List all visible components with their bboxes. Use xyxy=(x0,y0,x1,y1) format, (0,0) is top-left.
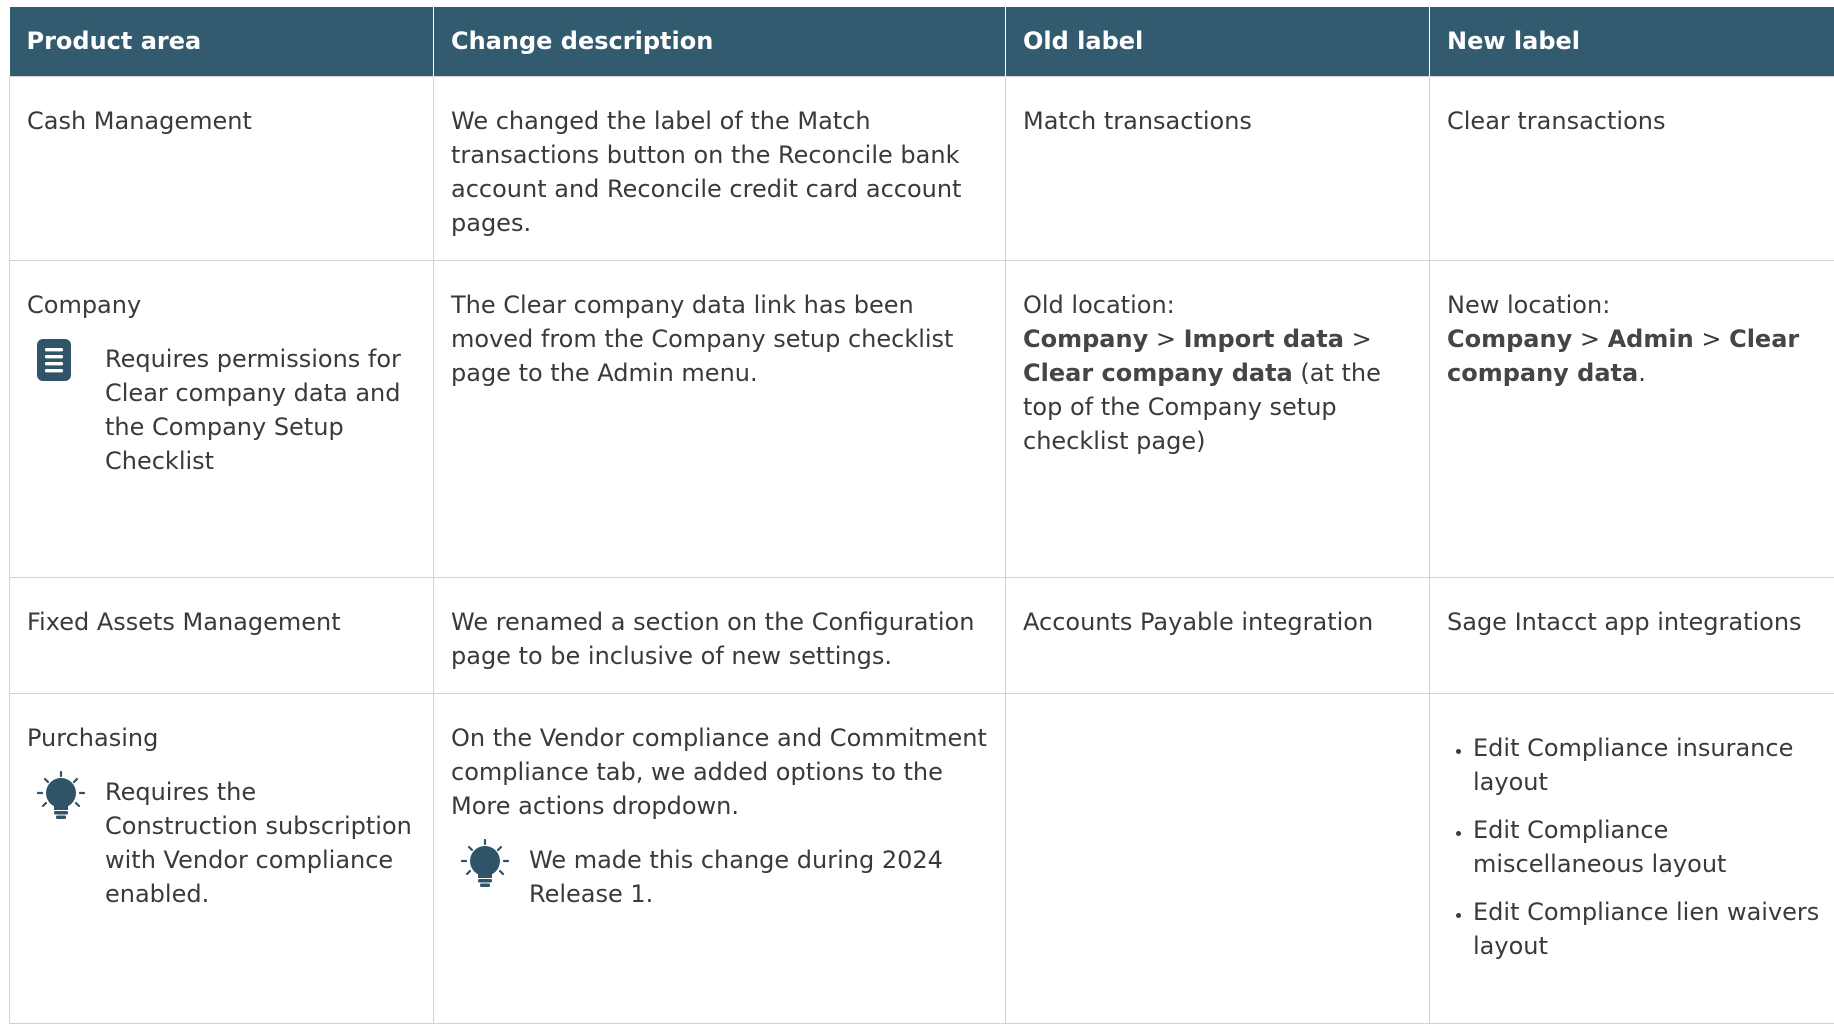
new-location-path: Company > Admin > Clear company data. xyxy=(1447,322,1834,390)
permission-note-text: Requires permissions for Clear company d… xyxy=(105,338,416,478)
table-row: Cash Management We changed the label of … xyxy=(10,76,1834,260)
new-label-cell: Sage Intacct app integrations xyxy=(1430,577,1834,693)
permission-note: Requires permissions for Clear company d… xyxy=(27,338,416,478)
column-header-change-description: Change description xyxy=(434,7,1006,76)
table-header-row: Product area Change description Old labe… xyxy=(10,7,1834,76)
document-icon xyxy=(27,338,105,382)
table-row: Company Requires permissions for Clear c… xyxy=(10,260,1834,577)
product-area-cell: Purchasing xyxy=(10,693,434,1023)
old-location-label: Old location: xyxy=(1023,288,1412,322)
table-row: Fixed Assets Management We renamed a sec… xyxy=(10,577,1834,693)
table-row: Purchasing xyxy=(10,693,1834,1023)
change-description-cell: On the Vendor compliance and Commitment … xyxy=(434,693,1006,1023)
list-item: Edit Compliance lien waivers layout xyxy=(1473,895,1834,963)
new-label-cell: Clear transactions xyxy=(1430,76,1834,260)
lightbulb-icon xyxy=(451,839,529,889)
change-description-cell: The Clear company data link has been mov… xyxy=(434,260,1006,577)
column-header-new-label: New label xyxy=(1430,7,1834,76)
lightbulb-icon xyxy=(27,771,105,821)
old-label-cell xyxy=(1006,693,1430,1023)
list-item: Edit Compliance insurance layout xyxy=(1473,731,1834,799)
release-note: We made this change during 2024 Release … xyxy=(451,839,988,911)
new-label-cell: New location: Company > Admin > Clear co… xyxy=(1430,260,1834,577)
change-description-text: On the Vendor compliance and Commitment … xyxy=(451,721,988,823)
product-area-cell: Fixed Assets Management xyxy=(10,577,434,693)
new-location-label: New location: xyxy=(1447,288,1834,322)
requirement-note: Requires the Construction subscription w… xyxy=(27,771,416,911)
product-area-cell: Company Requires permissions for Clear c… xyxy=(10,260,434,577)
old-location-path: Company > Import data > Clear company da… xyxy=(1023,322,1412,458)
release-notes-table: Product area Change description Old labe… xyxy=(9,7,1834,1024)
requirement-note-text: Requires the Construction subscription w… xyxy=(105,771,416,911)
product-area-text: Company xyxy=(27,288,416,322)
product-area-text: Purchasing xyxy=(27,721,416,755)
product-area-cell: Cash Management xyxy=(10,76,434,260)
old-label-cell: Accounts Payable integration xyxy=(1006,577,1430,693)
new-options-list: Edit Compliance insurance layout Edit Co… xyxy=(1447,731,1834,963)
change-description-cell: We changed the label of the Match transa… xyxy=(434,76,1006,260)
new-label-cell: Edit Compliance insurance layout Edit Co… xyxy=(1430,693,1834,1023)
column-header-product-area: Product area xyxy=(10,7,434,76)
release-note-text: We made this change during 2024 Release … xyxy=(529,839,988,911)
list-item: Edit Compliance miscellaneous layout xyxy=(1473,813,1834,881)
change-description-cell: We renamed a section on the Configuratio… xyxy=(434,577,1006,693)
old-label-cell: Match transactions xyxy=(1006,76,1430,260)
old-label-cell: Old location: Company > Import data > Cl… xyxy=(1006,260,1430,577)
column-header-old-label: Old label xyxy=(1006,7,1430,76)
